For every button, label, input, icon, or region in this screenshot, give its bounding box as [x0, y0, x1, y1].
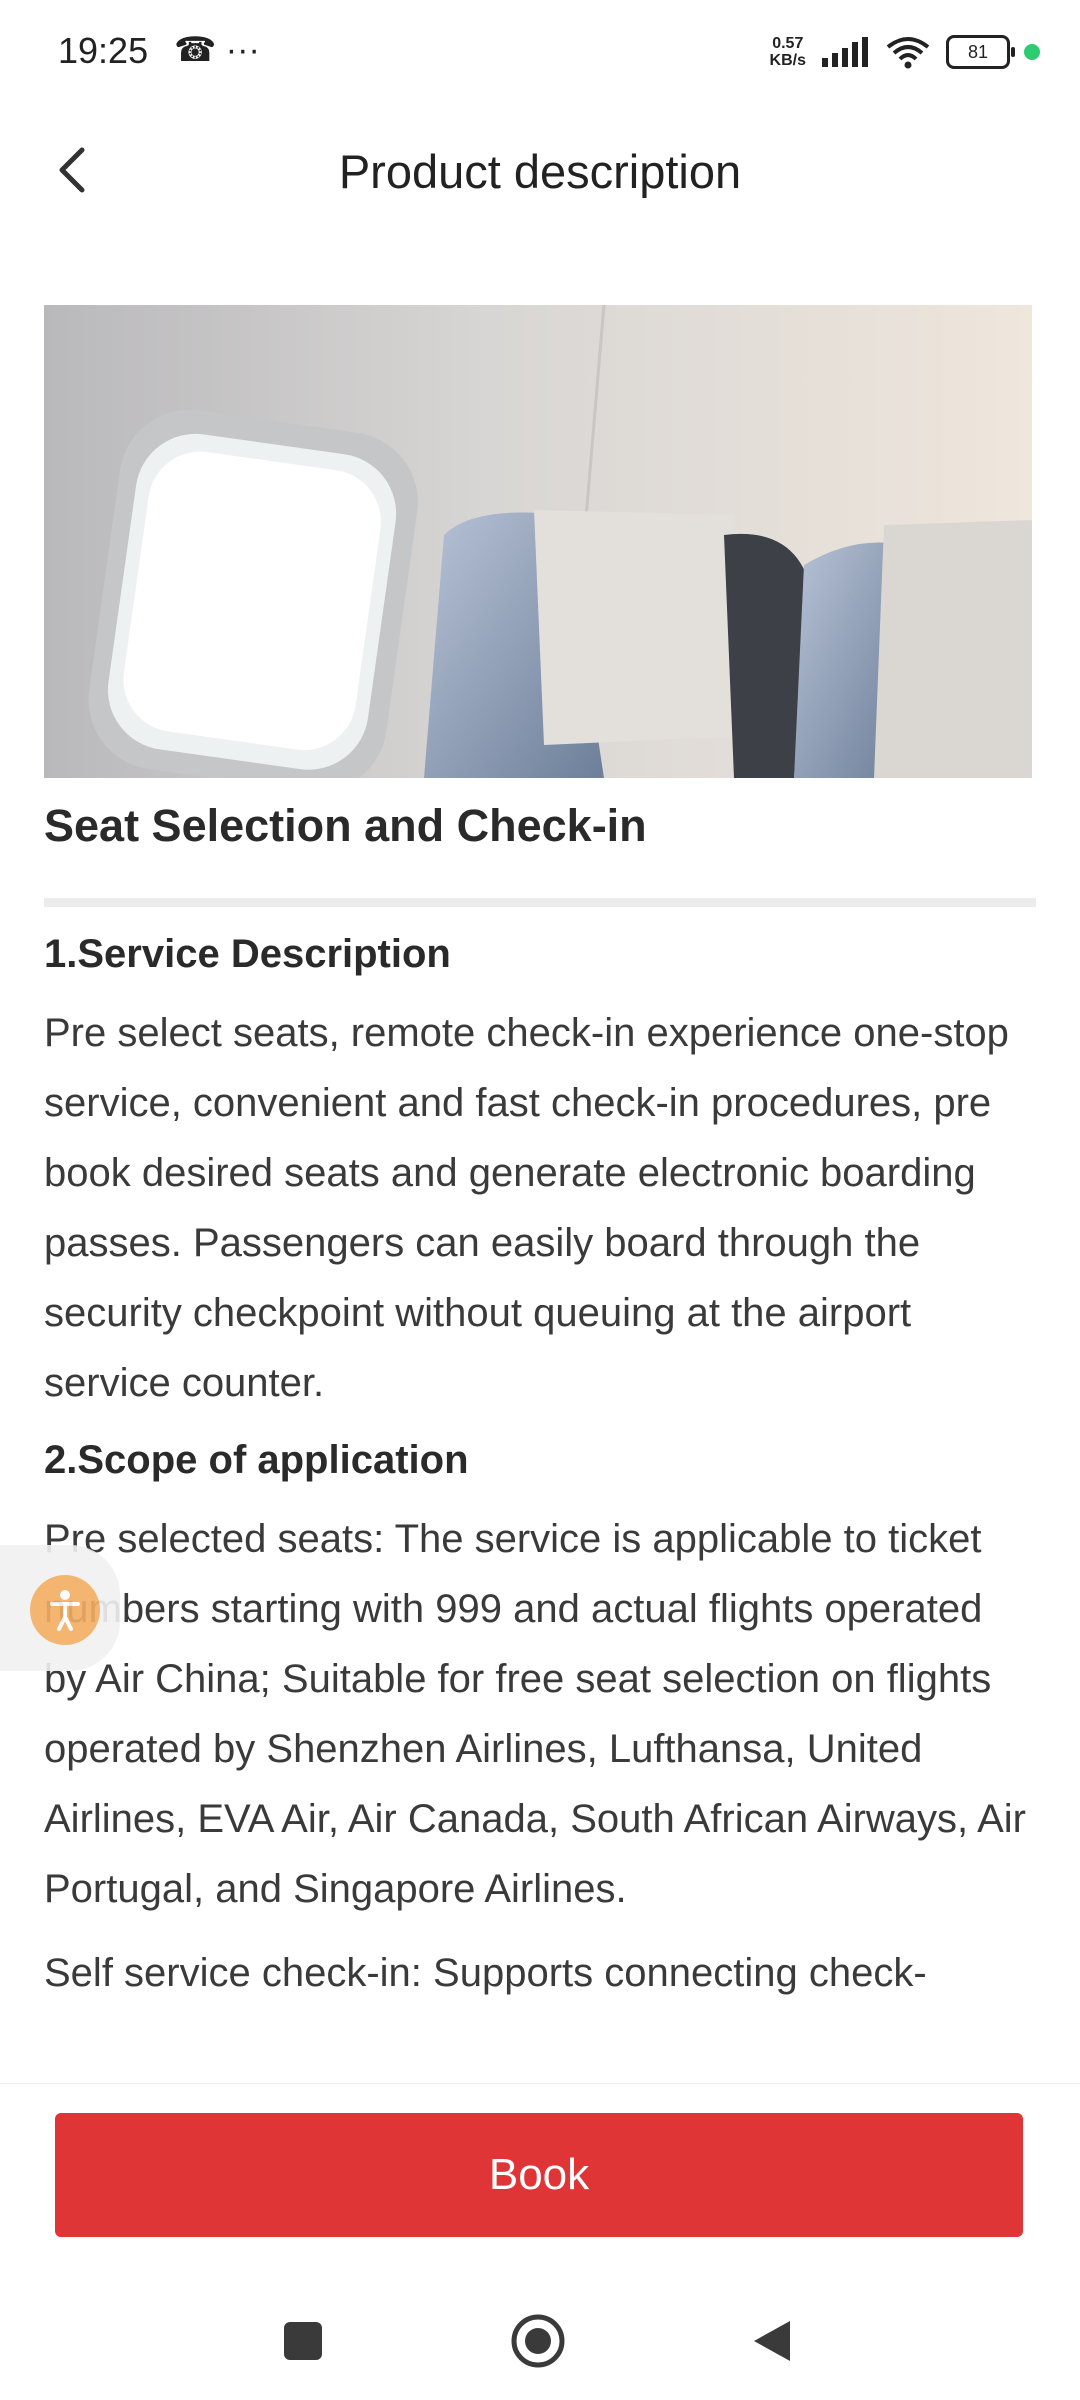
- wifi-icon: [886, 37, 930, 69]
- network-speed: 0.57 KB/s: [770, 35, 806, 69]
- page-title: Product description: [338, 145, 742, 198]
- section-heading-service-description: 1.Service Description: [44, 932, 451, 976]
- status-bar: 19:25 ☎ ··· 0.57 KB/s 81: [0, 0, 1080, 100]
- recents-icon[interactable]: [284, 2322, 322, 2360]
- network-speed-value: 0.57: [772, 35, 804, 52]
- home-icon[interactable]: [510, 2313, 566, 2369]
- call-and-more-icons: ☎ ···: [174, 31, 260, 69]
- back-nav-icon[interactable]: [750, 2317, 794, 2365]
- section-heading-scope: 2.Scope of application: [44, 1438, 469, 1482]
- signal-icon: [822, 37, 868, 67]
- bottom-action-bar: Book: [0, 2083, 1080, 2254]
- status-dot: [1024, 44, 1040, 60]
- product-description: 1.Service Description Pre select seats, …: [44, 926, 1034, 2022]
- status-time: 19:25: [58, 30, 149, 71]
- system-nav-bar: [0, 2253, 1080, 2400]
- battery-icon: 81: [946, 35, 1015, 69]
- accessibility-icon[interactable]: [30, 1575, 100, 1645]
- scope-text-preselected: Pre selected seats: The service is appli…: [44, 1517, 1026, 1911]
- scope-text-checkin: Self service check-in: Supports connecti…: [44, 1951, 927, 1995]
- network-speed-unit: KB/s: [769, 52, 806, 69]
- accessibility-float[interactable]: [0, 1545, 120, 1671]
- status-right-group: 0.57 KB/s 81: [770, 30, 1040, 74]
- service-description-text: Pre select seats, remote check-in experi…: [44, 1011, 1009, 1405]
- product-image: [44, 305, 1032, 778]
- header: Product description: [0, 100, 1080, 240]
- product-detail-scroll[interactable]: Seat Selection and Check-in 1.Service De…: [0, 240, 1080, 2083]
- divider: [44, 898, 1036, 907]
- product-name: Seat Selection and Check-in: [44, 800, 647, 851]
- book-button[interactable]: Book: [55, 2113, 1023, 2237]
